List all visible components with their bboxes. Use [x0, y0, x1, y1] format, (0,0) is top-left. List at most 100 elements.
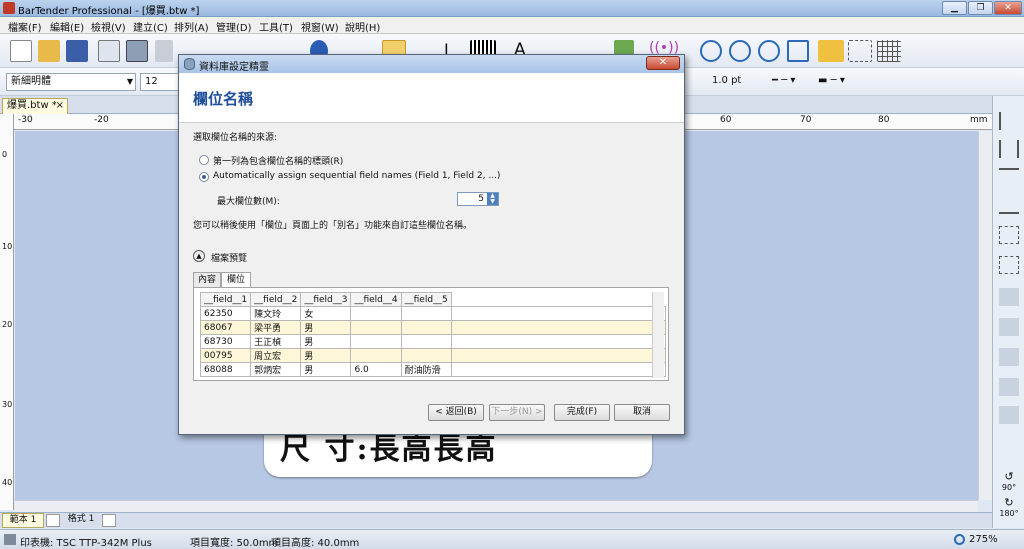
rotate-90-button[interactable]: ↺ 90°	[999, 470, 1019, 492]
max-fields-spinner[interactable]: 5 ▲ ▼	[457, 192, 499, 206]
back-button-label: < 返回(B)	[435, 407, 477, 417]
menu-bar: 檔案(F) 編輯(E) 檢視(V) 建立(C) 排列(A) 管理(D) 工具(T…	[0, 17, 1024, 34]
template-tab[interactable]: 範本 1	[2, 513, 44, 528]
tab-content[interactable]: 內容	[193, 272, 221, 288]
collapse-preview-icon[interactable]: ▲	[193, 250, 205, 262]
spinner-arrows-icon[interactable]: ▲ ▼	[487, 193, 498, 205]
menu-tools[interactable]: 工具(T)	[259, 19, 293, 34]
column-header[interactable]: __field__1	[199, 292, 252, 307]
window-title: BarTender Professional - [爆買.btw *]	[18, 6, 200, 17]
zoom-icon[interactable]	[954, 534, 965, 545]
table-cell	[400, 306, 452, 321]
table-row: 62350 陳文玲 女	[199, 306, 666, 321]
minimize-button[interactable]: ▁	[942, 1, 967, 15]
align-bottom-icon[interactable]	[999, 196, 1019, 214]
snap-guides-icon[interactable]	[848, 40, 872, 62]
page-tab-strip: 範本 1 格式 1	[0, 512, 992, 528]
next-button[interactable]: 下一步(N) >	[489, 404, 545, 421]
finish-button-label: 完成(F)	[566, 407, 598, 417]
format-page-icon[interactable]	[102, 514, 116, 527]
template-tab-label: 範本 1	[9, 515, 37, 525]
template-page-icon[interactable]	[46, 514, 60, 527]
rotate-180-label: 180°	[999, 509, 1019, 518]
menu-file[interactable]: 檔案(F)	[8, 19, 42, 34]
table-cell: 00795	[199, 348, 252, 363]
zoom-out-icon[interactable]	[729, 40, 751, 62]
empty-header-filler	[450, 292, 666, 307]
horizontal-scrollbar[interactable]	[15, 500, 978, 512]
zoom-selection-icon[interactable]	[758, 40, 780, 62]
zoom-in-icon[interactable]	[700, 40, 722, 62]
zoom-level[interactable]: 275%	[969, 534, 998, 545]
column-header[interactable]: __field__4	[350, 292, 402, 307]
table-cell: 王正楨	[250, 334, 302, 349]
database-icon[interactable]	[126, 40, 148, 62]
table-row: 00795 周立宏 男	[199, 348, 666, 363]
close-window-button[interactable]: ✕	[994, 1, 1022, 15]
font-combo[interactable]: 新細明體 ▼	[6, 73, 136, 91]
ruler-icon[interactable]	[818, 40, 844, 62]
header-row-radio-label: 第一列為包含欄位名稱的標頭(R)	[213, 157, 344, 167]
menu-manage[interactable]: 管理(D)	[216, 19, 252, 34]
menu-edit[interactable]: 編輯(E)	[50, 19, 84, 34]
tab-content-label: 內容	[197, 275, 216, 285]
dialog-close-button[interactable]: ✕	[646, 56, 680, 70]
menu-window[interactable]: 視窗(W)	[301, 19, 339, 34]
new-document-icon[interactable]	[10, 40, 32, 62]
document-tab[interactable]: 爆買.btw * ×	[2, 98, 68, 114]
column-header[interactable]: __field__3	[300, 292, 352, 307]
font-size-combo[interactable]: 12	[140, 73, 180, 91]
print-icon[interactable]	[155, 40, 173, 62]
preview-table: __field__1 __field__2 __field__3 __field…	[199, 292, 666, 377]
line-weight-combo[interactable]: 1.0 pt	[708, 73, 762, 91]
header-row-radio[interactable]	[199, 155, 209, 165]
database-icon	[184, 58, 195, 70]
tab-fields-label: 欄位	[226, 275, 245, 285]
maximize-button[interactable]: ❐	[968, 1, 993, 15]
printer-icon	[4, 534, 16, 545]
rotate-90-label: 90°	[1001, 483, 1017, 492]
rotate-180-button[interactable]: ↻ 180°	[999, 496, 1019, 518]
column-header[interactable]: __field__2	[250, 292, 302, 307]
same-width-icon[interactable]	[999, 288, 1019, 306]
menu-arrange[interactable]: 排列(A)	[174, 19, 209, 34]
cancel-button[interactable]: 取消	[614, 404, 670, 421]
align-center-icon[interactable]	[999, 140, 1019, 158]
table-cell: 郭炳宏	[250, 362, 302, 377]
table-cell	[450, 348, 666, 363]
database-setup-wizard-dialog: 資料庫設定精靈 ✕ 欄位名稱 選取欄位名稱的來源: 第一列為包含欄位名稱的標頭(…	[178, 54, 685, 435]
space-evenly-icon[interactable]	[999, 406, 1019, 424]
page-setup-icon[interactable]	[98, 40, 120, 62]
ruler-tick-label: 80	[878, 115, 890, 125]
menu-create[interactable]: 建立(C)	[133, 19, 168, 34]
finish-button[interactable]: 完成(F)	[554, 404, 610, 421]
vertical-ruler: 0 10 20 30 40	[0, 114, 14, 510]
font-name: 新細明體	[11, 76, 51, 87]
table-cell: 男	[300, 334, 352, 349]
center-on-page-icon[interactable]	[999, 378, 1019, 396]
save-icon[interactable]	[66, 40, 88, 62]
vertical-scrollbar[interactable]	[978, 131, 992, 500]
distribute-vertical-icon[interactable]	[999, 256, 1019, 274]
align-top-icon[interactable]	[999, 168, 1019, 186]
tab-close-icon[interactable]: ×	[56, 99, 64, 113]
status-bar: 印表機: TSC TTP-342M Plus 項目寬度: 50.0mm 項目高度…	[0, 529, 1024, 549]
menu-view[interactable]: 檢視(V)	[91, 19, 126, 34]
grid-icon[interactable]	[877, 40, 901, 62]
back-button[interactable]: < 返回(B)	[428, 404, 484, 421]
align-left-icon[interactable]	[999, 112, 1019, 130]
menu-help[interactable]: 說明(H)	[345, 19, 380, 34]
auto-assign-radio[interactable]	[199, 172, 209, 182]
format-tab[interactable]: 格式 1	[62, 513, 100, 528]
preview-vertical-scrollbar[interactable]	[652, 292, 664, 378]
open-folder-icon[interactable]	[38, 40, 60, 62]
ruler-tick-label: -30	[18, 115, 33, 125]
same-size-icon[interactable]	[999, 348, 1019, 366]
line-style-combo[interactable]: ━ ─ ▾	[768, 73, 810, 91]
column-header[interactable]: __field__5	[400, 292, 452, 307]
table-cell: 梁平勇	[250, 320, 302, 335]
fit-to-window-icon[interactable]	[787, 40, 809, 62]
same-height-icon[interactable]	[999, 318, 1019, 336]
line-color-combo[interactable]: ▬ ─ ▾	[814, 73, 858, 91]
distribute-horizontal-icon[interactable]	[999, 226, 1019, 244]
